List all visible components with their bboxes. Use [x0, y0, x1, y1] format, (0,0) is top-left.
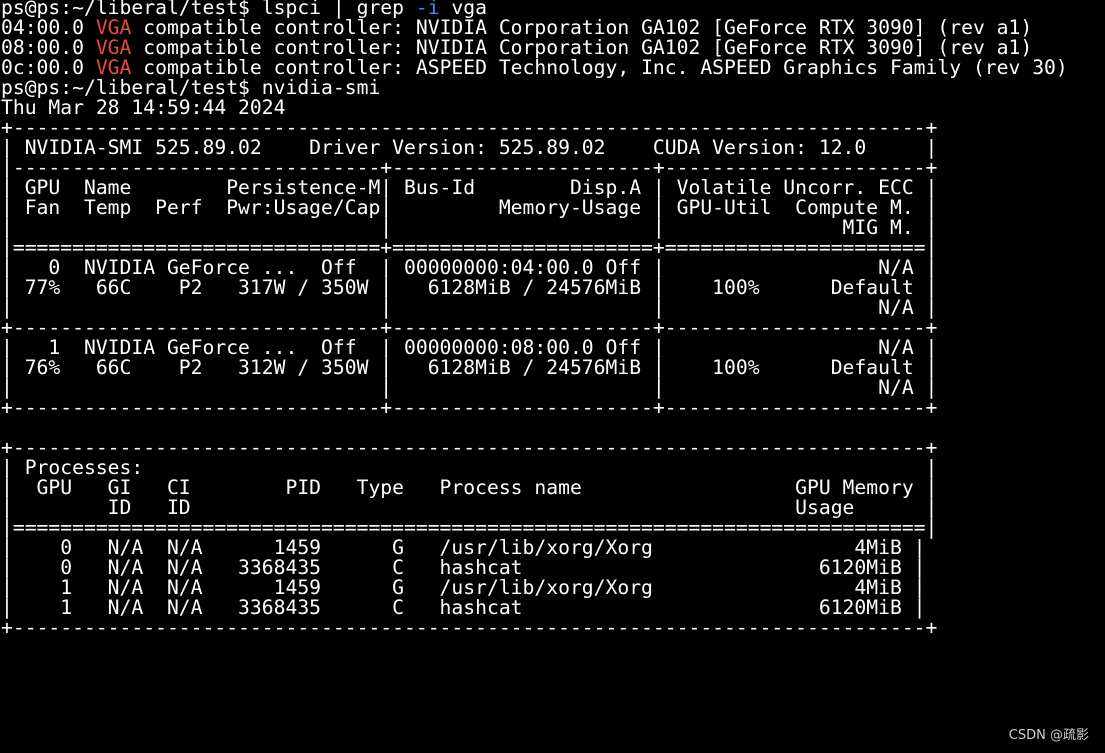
line-text: +---------------------------------------… [1, 616, 938, 639]
terminal-output[interactable]: ps@ps:~/liberal/test$ lspci | grep -i vg… [0, 0, 1105, 753]
csdn-watermark: CSDN @疏影 [1008, 728, 1089, 743]
terminal-line: +---------------------------------------… [1, 616, 1105, 640]
line-text: +-------------------------------+-------… [1, 396, 938, 419]
